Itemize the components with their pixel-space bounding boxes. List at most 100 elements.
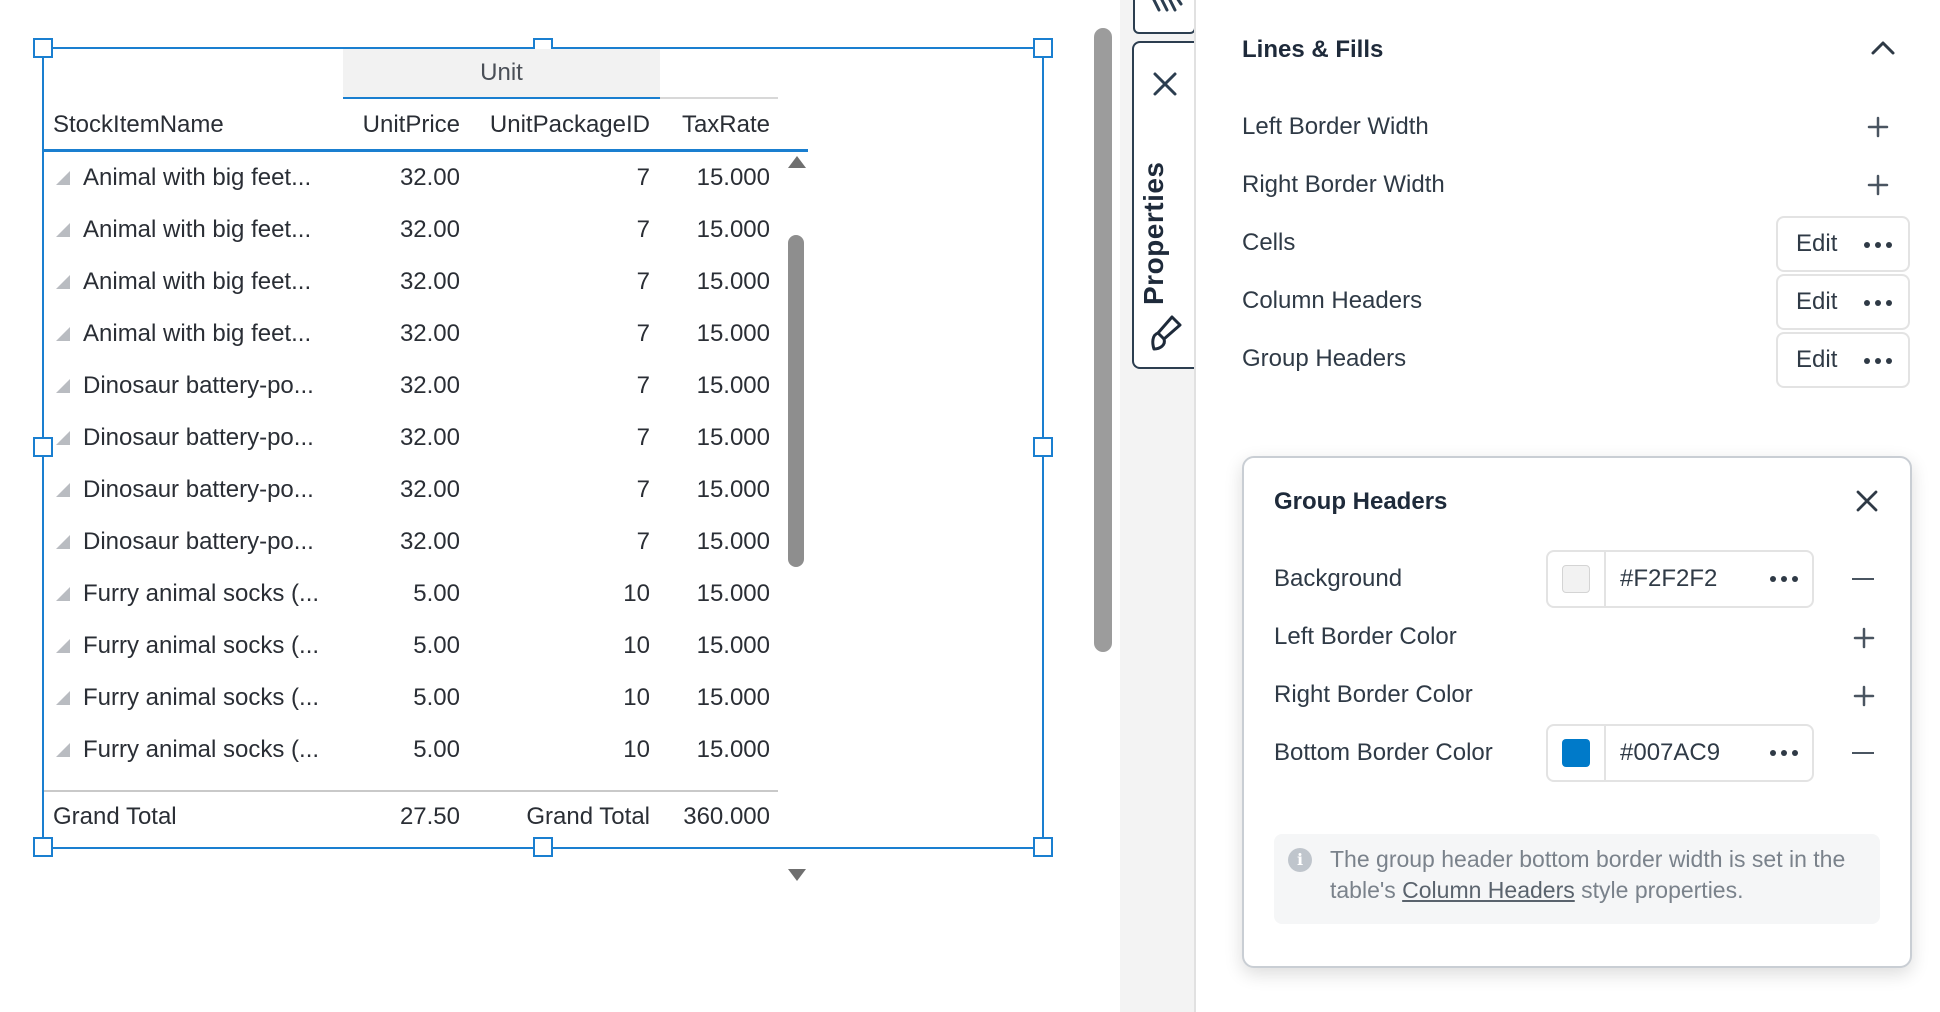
scroll-thumb[interactable] — [788, 235, 804, 567]
group-header-unit[interactable]: Unit — [343, 49, 660, 99]
table-row[interactable]: Dinosaur battery-po... 32.00 7 15.000 — [44, 412, 778, 464]
prop-label: Bottom Border Color — [1274, 739, 1493, 766]
scroll-down-arrow-icon[interactable] — [788, 869, 806, 881]
cell-stockitemname: Dinosaur battery-po... — [83, 476, 314, 503]
prop-label: Right Border Color — [1274, 681, 1473, 708]
prop-column-headers: Column Headers Edit — [1242, 272, 1910, 330]
info-text-after: style properties. — [1574, 877, 1744, 903]
cell-unitprice: 32.00 — [399, 320, 460, 347]
table-row[interactable]: Animal with big feet... 32.00 7 15.000 — [44, 204, 778, 256]
grand-total-pkg: Grand Total — [526, 803, 650, 830]
cell-unitprice: 32.00 — [399, 528, 460, 555]
cell-unitpackageid: 10 — [623, 632, 650, 659]
canvas-scrollbar-thumb[interactable] — [1094, 28, 1112, 652]
cell-unitprice: 5.00 — [413, 580, 460, 607]
report-canvas[interactable]: Unit StockItemName UnitPrice UnitPackage… — [0, 0, 1090, 1012]
resize-handle-right[interactable] — [1033, 437, 1053, 457]
row-indicator-icon — [56, 743, 70, 757]
cell-taxrate: 15.000 — [664, 776, 770, 791]
prop-label: Left Border Color — [1274, 623, 1457, 650]
column-header-unitprice[interactable]: UnitPrice — [344, 99, 460, 150]
cell-unitpackageid: 10 — [623, 580, 650, 607]
info-text: The group header bottom border width is … — [1330, 844, 1870, 906]
prop-left-border-color: Left Border Color — [1274, 606, 1894, 668]
plus-icon[interactable] — [1866, 173, 1890, 197]
tab-top[interactable] — [1133, 0, 1196, 34]
table-scrollbar[interactable] — [785, 152, 807, 881]
bottom-border-swatch[interactable] — [1562, 739, 1590, 767]
bottom-border-color-picker[interactable]: #007AC9 — [1546, 724, 1814, 782]
table-row[interactable]: Animal with big feet... 32.00 7 15.000 — [44, 152, 778, 204]
bottom-border-hex[interactable]: #007AC9 — [1620, 726, 1720, 780]
edit-button[interactable]: Edit — [1776, 274, 1910, 330]
table-row[interactable]: Furry animal socks (... 5.00 10 15.000 — [44, 620, 778, 672]
swatch-cell[interactable] — [1548, 552, 1606, 606]
background-hex[interactable]: #F2F2F2 — [1620, 552, 1717, 606]
cell-unitprice: 32.00 — [399, 164, 460, 191]
prop-label: Column Headers — [1242, 287, 1423, 314]
table-row[interactable]: Dinosaur battery-po... 32.00 7 15.000 — [44, 464, 778, 516]
prop-label: Background — [1274, 565, 1403, 592]
cell-stockitemname: Animal with big feet... — [83, 164, 312, 191]
minus-icon[interactable] — [1852, 578, 1874, 580]
row-indicator-icon — [56, 587, 70, 601]
grand-total-label: Grand Total — [53, 803, 177, 830]
column-header-taxrate[interactable]: TaxRate — [664, 99, 770, 150]
table-row[interactable]: Dinosaur battery-po... 32.00 7 15.000 — [44, 360, 778, 412]
cell-taxrate: 15.000 — [696, 424, 770, 451]
column-headers-link[interactable]: Column Headers — [1402, 877, 1575, 903]
cell-taxrate: 15.000 — [696, 736, 770, 763]
plus-icon[interactable] — [1852, 626, 1876, 650]
prop-background: Background #F2F2F2 — [1274, 548, 1894, 610]
prop-bottom-border-color: Bottom Border Color #007AC9 — [1274, 722, 1894, 784]
popup-title: Group Headers — [1274, 488, 1448, 515]
row-indicator-icon — [56, 535, 70, 549]
tab-properties-label: Properties — [1138, 161, 1169, 306]
table-row[interactable]: Furry animal socks (... 5.00 10 15.000 — [44, 724, 778, 776]
edit-label: Edit — [1796, 288, 1838, 315]
background-swatch[interactable] — [1562, 565, 1590, 593]
cell-unitpackageid: 7 — [636, 372, 650, 399]
grand-total-row: Grand Total 27.50 Grand Total 360.000 — [44, 792, 778, 842]
cell-stockitemname: Animal with big feet... — [83, 268, 312, 295]
more-icon[interactable] — [1864, 242, 1892, 248]
resize-handle-top-right[interactable] — [1033, 38, 1053, 58]
cell-stockitemname: Dinosaur battery-po... — [83, 528, 314, 555]
table-row[interactable]: Furry animal socks (... 5.00 10 15.000 — [44, 568, 778, 620]
background-color-picker[interactable]: #F2F2F2 — [1546, 550, 1814, 608]
table-row[interactable]: Furry animal slippers32.00 7 15.000 — [44, 776, 778, 791]
table-row[interactable]: Animal with big feet... 32.00 7 15.000 — [44, 256, 778, 308]
cell-unitpackageid: 7 — [464, 776, 650, 791]
column-header-unitpackageid[interactable]: UnitPackageID — [464, 99, 650, 150]
edit-label: Edit — [1796, 346, 1838, 373]
more-icon[interactable] — [1864, 300, 1892, 306]
resize-handle-bottom-right[interactable] — [1033, 837, 1053, 857]
column-header-stockitemname[interactable]: StockItemName — [53, 99, 333, 150]
cell-taxrate: 15.000 — [696, 164, 770, 191]
cell-unitprice: 32.00 — [344, 776, 460, 791]
table-row[interactable]: Furry animal socks (... 5.00 10 15.000 — [44, 672, 778, 724]
cell-stockitemname: Dinosaur battery-po... — [83, 424, 314, 451]
close-icon[interactable] — [1854, 488, 1880, 514]
cell-unitprice: 5.00 — [413, 736, 460, 763]
cell-taxrate: 15.000 — [696, 684, 770, 711]
prop-label: Cells — [1242, 229, 1296, 256]
table-row[interactable]: Dinosaur battery-po... 32.00 7 15.000 — [44, 516, 778, 568]
scroll-up-arrow-icon[interactable] — [788, 156, 806, 168]
swatch-cell[interactable] — [1548, 726, 1606, 780]
row-indicator-icon — [56, 223, 70, 237]
plus-icon[interactable] — [1852, 684, 1876, 708]
more-icon[interactable] — [1770, 576, 1798, 582]
resize-handle-top-left[interactable] — [33, 38, 53, 58]
table-row[interactable]: Animal with big feet... 32.00 7 15.000 — [44, 308, 778, 360]
cell-unitprice: 5.00 — [413, 684, 460, 711]
minus-icon[interactable] — [1852, 752, 1874, 754]
more-icon[interactable] — [1864, 358, 1892, 364]
plus-icon[interactable] — [1866, 115, 1890, 139]
tab-properties[interactable]: Properties — [1132, 41, 1198, 369]
more-icon[interactable] — [1770, 750, 1798, 756]
grand-total-tax: 360.000 — [683, 803, 770, 830]
edit-button[interactable]: Edit — [1776, 332, 1910, 388]
chevron-up-icon[interactable] — [1870, 40, 1896, 56]
edit-button[interactable]: Edit — [1776, 216, 1910, 272]
